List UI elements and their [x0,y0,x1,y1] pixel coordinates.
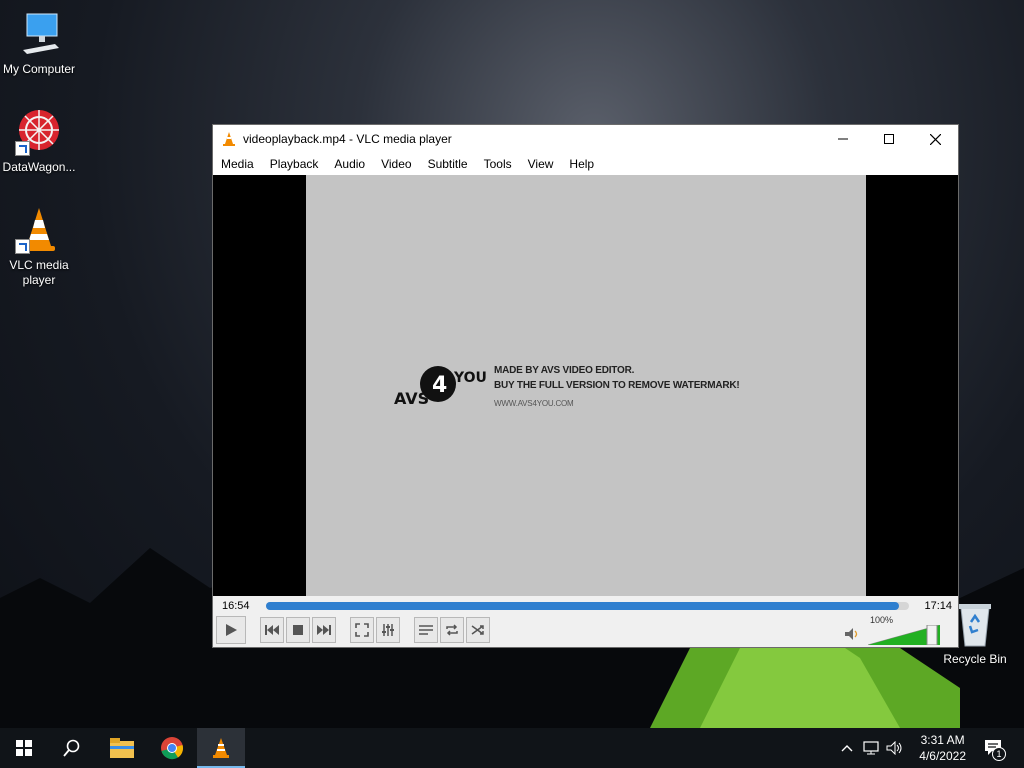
network-icon [863,741,879,755]
taskbar: 3:31 AM 4/6/2022 1 [0,728,1024,768]
elapsed-time: 16:54 [222,600,250,612]
fullscreen-icon [355,623,369,637]
previous-icon [265,625,279,635]
extended-settings-button[interactable] [376,617,400,643]
desktop-icon-datawagon[interactable]: DataWagon... [0,108,78,175]
speaker-icon[interactable] [845,628,859,640]
avs4you-logo: 4 AVS YOU [394,360,487,415]
close-button[interactable] [912,125,958,153]
clock-date: 4/6/2022 [919,749,966,763]
computer-icon [15,10,63,58]
svg-text:4: 4 [432,373,447,398]
minimize-icon [838,138,848,140]
volume-percent: 100% [870,615,894,625]
desktop-icon-label: VLC media player [9,258,69,287]
seek-progress-fill [266,602,900,610]
vlc-cone-icon [223,132,235,146]
window-title: videoplayback.mp4 - VLC media player [243,132,452,146]
datawagon-icon [15,108,63,156]
speaker-icon [886,741,902,755]
minimize-button[interactable] [820,125,866,153]
close-icon [929,133,941,145]
shuffle-icon [471,625,484,635]
menu-tools[interactable]: Tools [476,153,520,175]
taskbar-file-explorer[interactable] [98,728,146,768]
svg-text:YOU: YOU [453,370,486,386]
play-icon [226,624,237,636]
shortcut-arrow-icon [15,239,30,254]
menu-audio[interactable]: Audio [326,153,373,175]
action-center-button[interactable]: 1 [980,728,1008,768]
play-button[interactable] [216,616,246,644]
desktop-icon-label: Recycle Bin [943,652,1007,666]
volume-slider[interactable] [868,625,940,645]
previous-button[interactable] [260,617,284,643]
desktop-icon-label: My Computer [2,62,76,76]
clock-time: 3:31 AM [920,733,965,747]
video-frame: 4 AVS YOU MADE BY AVS VIDEO EDITOR. BUY … [306,175,866,596]
loop-button[interactable] [440,617,464,643]
search-button[interactable] [48,728,96,768]
video-display[interactable]: 4 AVS YOU MADE BY AVS VIDEO EDITOR. BUY … [213,175,958,596]
system-clock[interactable]: 3:31 AM 4/6/2022 [919,732,966,764]
vlc-cone-icon [213,738,229,758]
menu-view[interactable]: View [520,153,562,175]
vlc-cone-icon [15,206,63,254]
menu-playback[interactable]: Playback [262,153,327,175]
watermark-text: MADE BY AVS VIDEO EDITOR. BUY THE FULL V… [494,363,740,411]
shuffle-button[interactable] [466,617,490,643]
search-icon [63,739,80,757]
start-button[interactable] [0,728,48,768]
stop-icon [293,625,303,635]
chrome-icon [161,737,184,760]
total-time[interactable]: 17:14 [924,600,952,612]
next-button[interactable] [312,617,336,643]
file-explorer-icon [110,738,134,758]
taskbar-vlc[interactable] [197,728,245,768]
title-bar[interactable]: videoplayback.mp4 - VLC media player [213,125,958,153]
watermark-line-1: MADE BY AVS VIDEO EDITOR. [494,365,635,376]
menu-subtitle[interactable]: Subtitle [420,153,476,175]
svg-text:AVS: AVS [394,389,429,408]
menu-bar: Media Playback Audio Video Subtitle Tool… [213,153,958,175]
equalizer-icon [382,624,394,636]
maximize-button[interactable] [866,125,912,153]
notification-count-badge: 1 [992,747,1006,761]
menu-help[interactable]: Help [561,153,602,175]
volume-tray-button[interactable] [884,728,906,768]
taskbar-chrome[interactable] [148,728,196,768]
watermark-url: WWW.AVS4YOU.COM [494,399,574,408]
windows-logo-icon [16,740,32,756]
loop-icon [446,624,458,636]
vlc-window[interactable]: videoplayback.mp4 - VLC media player Med… [212,124,959,648]
desktop-icon-vlc[interactable]: VLC media player [0,206,78,288]
network-tray-button[interactable] [860,728,882,768]
seek-row: 16:54 17:14 [213,598,958,614]
chevron-up-icon [841,745,853,752]
playback-controls: 100% [213,615,958,647]
playlist-button[interactable] [414,617,438,643]
maximize-icon [884,134,894,144]
desktop-icon-my-computer[interactable]: My Computer [0,10,78,77]
playlist-icon [419,625,433,635]
shortcut-arrow-icon [15,141,30,156]
fullscreen-button[interactable] [350,617,374,643]
menu-video[interactable]: Video [373,153,419,175]
stop-button[interactable] [286,617,310,643]
show-hidden-icons-button[interactable] [838,728,856,768]
desktop-icon-label: DataWagon... [2,160,76,174]
next-icon [317,625,331,635]
seek-slider[interactable] [266,602,909,610]
menu-media[interactable]: Media [213,153,262,175]
watermark-line-2: BUY THE FULL VERSION TO REMOVE WATERMARK… [494,380,740,391]
